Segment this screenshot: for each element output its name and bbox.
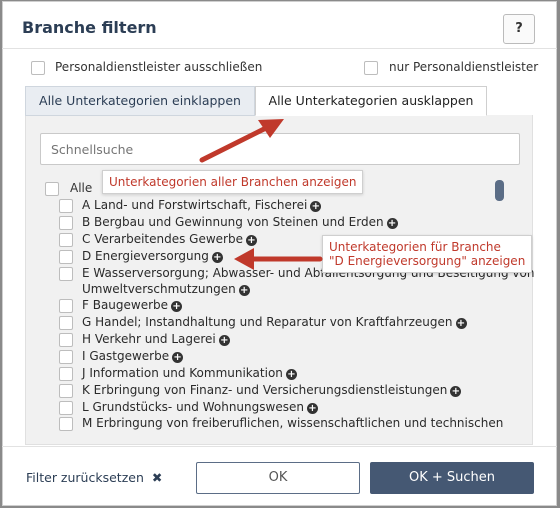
ok-button[interactable]: OK (196, 462, 360, 494)
ok-search-button[interactable]: OK + Suchen (370, 462, 534, 494)
close-icon: ✖ (151, 470, 163, 485)
annotation-arrows (199, 119, 323, 270)
arrow-to-branch-d (234, 248, 323, 270)
reset-filter-label: Filter zurücksetzen (26, 470, 144, 485)
footer-divider (2, 446, 557, 447)
reset-filter-link[interactable]: Filter zurücksetzen ✖ (26, 470, 162, 485)
arrow-to-expand-tab (199, 119, 284, 163)
